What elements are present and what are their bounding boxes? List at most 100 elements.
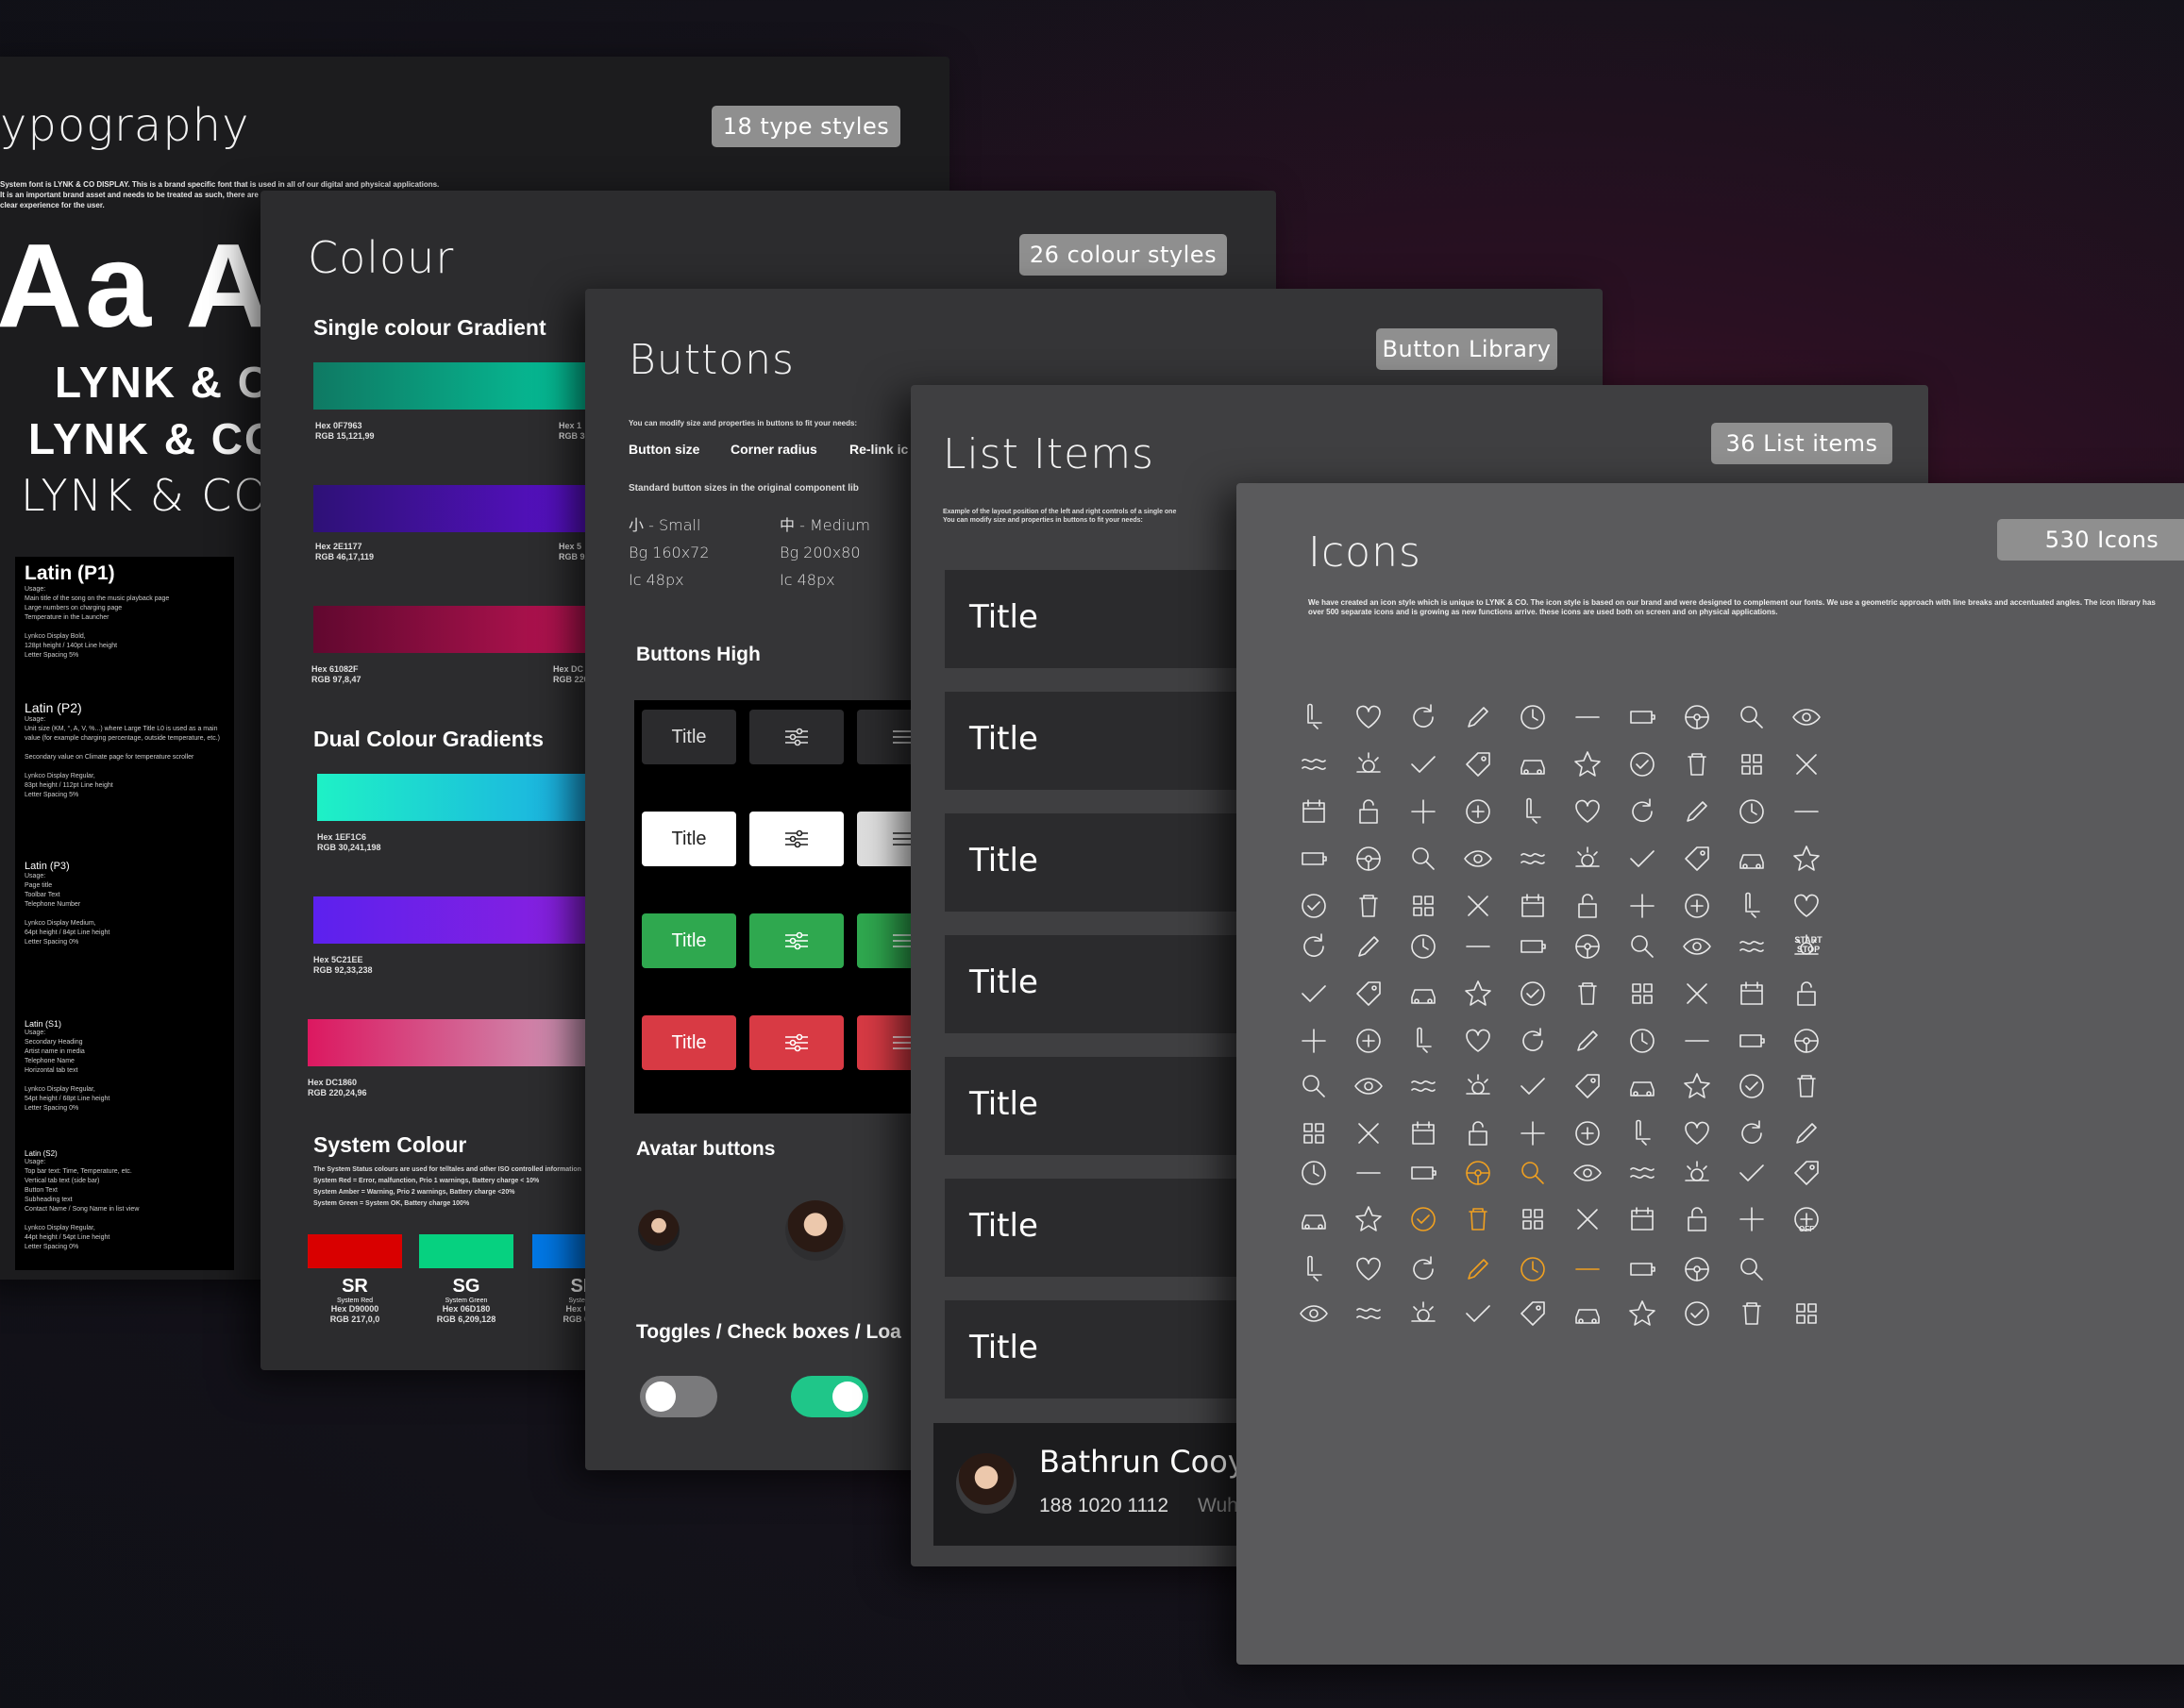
trash-icon (1789, 1069, 1823, 1103)
system-colour-heading: System Colour (313, 1132, 467, 1157)
buttons-title: Buttons (629, 336, 795, 384)
buttons-std-label: Standard button sizes in the original co… (629, 483, 859, 494)
pen-icon (1461, 700, 1495, 734)
buttons-prop: Re-link ic (849, 442, 909, 457)
star-icon (1461, 977, 1495, 1011)
buttons-preview-panel: Title Title Title Title (634, 700, 951, 1114)
title-button-green[interactable]: Title (642, 913, 736, 968)
car-icon (1735, 842, 1769, 876)
buttons-prop: Button size (629, 442, 700, 457)
typography-sample-medium: LYNK & CO (28, 414, 280, 463)
off-label-icon: OFF (1799, 1225, 1814, 1233)
heart-icon (1789, 889, 1823, 923)
dual-gradient-heading: Dual Colour Gradients (313, 727, 545, 751)
eye-icon (1297, 1297, 1331, 1331)
sun-icon (1680, 1156, 1714, 1190)
check-icon (1461, 1297, 1495, 1331)
heart-icon (1352, 700, 1386, 734)
swatch-label: Hex 61082F RGB 97,8,47 (311, 664, 361, 684)
pen-icon (1789, 1116, 1823, 1150)
avatar-small[interactable] (638, 1210, 680, 1251)
clock-icon (1516, 1252, 1550, 1286)
list-item-title: Title (969, 598, 1038, 636)
pen-icon (1461, 1252, 1495, 1286)
star-icon (1680, 1069, 1714, 1103)
buttons-prop: Corner radius (731, 442, 817, 457)
close-icon (1789, 747, 1823, 781)
icons-card[interactable]: Icons 530 Icons We have created an icon … (1236, 483, 2184, 1665)
type-style: Latin (P2) Usage: Unit size (KM, °, A, V… (25, 700, 223, 800)
clock-icon (1735, 795, 1769, 829)
eye-icon (1680, 929, 1714, 963)
circle-check-icon (1735, 1069, 1769, 1103)
minus-icon (1571, 700, 1604, 734)
lock-icon (1352, 795, 1386, 829)
sliders-icon (785, 931, 808, 950)
eye-icon (1352, 1069, 1386, 1103)
seat-icon (1735, 889, 1769, 923)
eye-icon (1789, 700, 1823, 734)
tag-icon (1516, 1297, 1550, 1331)
type-style: Latin (S1) Usage: Secondary Heading Arti… (25, 1019, 223, 1114)
seat-icon (1406, 1024, 1440, 1058)
trash-icon (1680, 747, 1714, 781)
toggle-on[interactable] (791, 1376, 868, 1417)
list-badge: 36 List items (1711, 423, 1892, 464)
search-icon (1516, 1156, 1550, 1190)
star-icon (1789, 842, 1823, 876)
circle-check-icon (1680, 1297, 1714, 1331)
type-style-text: Usage: Top bar text: Time, Temperature, … (25, 1159, 140, 1250)
toggles-heading: Toggles / Check boxes / Loa (636, 1321, 901, 1343)
clock-icon (1625, 1024, 1659, 1058)
single-gradient-heading: Single colour Gradient (313, 315, 546, 340)
minus-icon (1352, 1156, 1386, 1190)
circle-plus-icon (1461, 795, 1495, 829)
title-button-red[interactable]: Title (642, 1015, 736, 1070)
medium-button-spec: 中 - Medium Bg 200x80 Ic 48px (780, 516, 870, 589)
filter-button-red[interactable] (749, 1015, 844, 1070)
system-colour-desc: The System Status colours are used for t… (313, 1166, 581, 1207)
car-icon (1297, 1202, 1331, 1236)
buttons-high-heading: Buttons High (636, 644, 761, 665)
type-style-text: Usage: Main title of the song on the mus… (25, 586, 170, 659)
car-icon (1516, 747, 1550, 781)
car-icon (1625, 1069, 1659, 1103)
grid-icon (1735, 747, 1769, 781)
plus-icon (1516, 1116, 1550, 1150)
circle-check-icon (1406, 1202, 1440, 1236)
calendar-icon (1735, 977, 1769, 1011)
swatch-label: Hex DC RGB 220 (553, 664, 589, 684)
battery-icon (1625, 700, 1659, 734)
filter-button-light[interactable] (749, 812, 844, 866)
title-button-light[interactable]: Title (642, 812, 736, 866)
battery-icon (1516, 929, 1550, 963)
title-button-dark[interactable]: Title (642, 710, 736, 764)
steering-wheel-icon (1461, 1156, 1495, 1190)
steering-wheel-icon (1352, 842, 1386, 876)
tag-icon (1789, 1156, 1823, 1190)
sliders-icon (785, 829, 808, 848)
refresh-icon (1406, 700, 1440, 734)
refresh-icon (1516, 1024, 1550, 1058)
type-style-text: Usage: Page title Toolbar Text Telephone… (25, 873, 110, 946)
type-style-name: Latin (P2) (25, 700, 82, 715)
list-item-title: Title (969, 720, 1038, 758)
circle-plus-icon (1680, 889, 1714, 923)
contact-phone: 188 1020 1112 (1039, 1495, 1169, 1516)
star-icon (1352, 1202, 1386, 1236)
circle-check-icon (1625, 747, 1659, 781)
filter-button-dark[interactable] (749, 710, 844, 764)
wave-icon (1625, 1156, 1659, 1190)
sun-icon (1461, 1069, 1495, 1103)
buttons-badge: Button Library (1376, 328, 1557, 370)
type-style-name: Latin (S2) (25, 1149, 58, 1158)
toggle-off[interactable] (640, 1376, 717, 1417)
sliders-icon (785, 728, 808, 746)
filter-button-green[interactable] (749, 913, 844, 968)
list-title: List Items (943, 430, 1154, 478)
close-icon (1461, 889, 1495, 923)
contact-avatar (956, 1453, 1016, 1514)
wave-icon (1735, 929, 1769, 963)
star-icon (1625, 1297, 1659, 1331)
avatar-large[interactable] (785, 1200, 846, 1261)
